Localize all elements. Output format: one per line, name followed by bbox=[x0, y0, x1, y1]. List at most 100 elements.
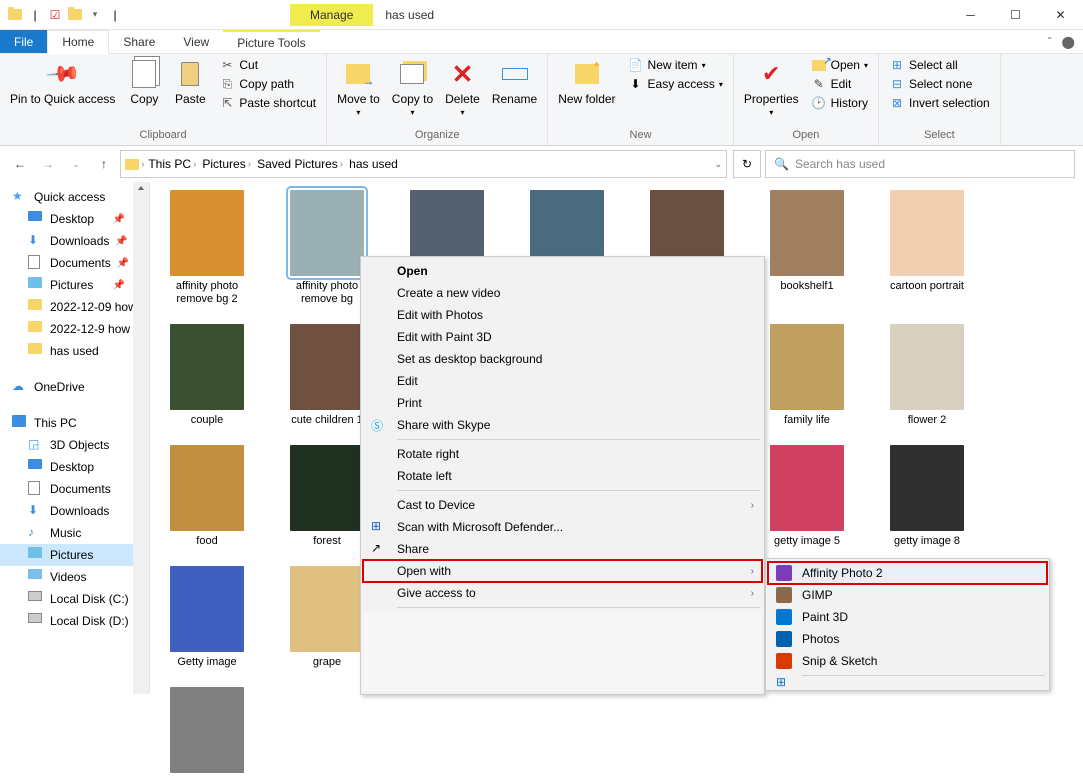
maximize-button[interactable]: ☐ bbox=[993, 0, 1038, 30]
nav-videos[interactable]: Videos bbox=[0, 566, 149, 588]
search-box[interactable]: 🔍 Search has used bbox=[765, 150, 1075, 178]
ctx-rotate-left[interactable]: Rotate left bbox=[363, 465, 762, 487]
nav-music[interactable]: ♪Music bbox=[0, 522, 149, 544]
ctx-share-skype[interactable]: ⓈShare with Skype bbox=[363, 414, 762, 436]
nav-desktop[interactable]: Desktop📌 bbox=[0, 208, 149, 230]
folder-icon[interactable] bbox=[66, 6, 84, 24]
ctx-open-with[interactable]: Open with› bbox=[363, 560, 762, 582]
tab-file[interactable]: File bbox=[0, 30, 47, 53]
back-button[interactable]: ← bbox=[8, 152, 32, 176]
nav-disk-d[interactable]: Local Disk (D:) bbox=[0, 610, 149, 632]
nav-folder[interactable]: 2022-12-09 how bbox=[0, 296, 149, 318]
easy-access-button[interactable]: ⬇Easy access ▾ bbox=[624, 75, 727, 93]
file-thumbnail[interactable]: Getty image bbox=[162, 566, 252, 669]
breadcrumb-seg[interactable]: This PC› bbox=[146, 157, 198, 171]
open-button[interactable]: Open ▾ bbox=[807, 56, 872, 74]
ribbon-collapse-icon[interactable]: ˆ ⬤ bbox=[1048, 30, 1083, 53]
ctx-share[interactable]: ↗Share bbox=[363, 538, 762, 560]
paste-shortcut-button[interactable]: ⇱Paste shortcut bbox=[215, 94, 320, 112]
file-thumbnail[interactable]: affinity photo remove bg 2 bbox=[162, 190, 252, 306]
tab-home[interactable]: Home bbox=[47, 30, 109, 54]
openwith-paint3d[interactable]: Paint 3D bbox=[768, 606, 1047, 628]
manage-contextual-tab[interactable]: Manage bbox=[290, 4, 373, 26]
nav-downloads[interactable]: ⬇Downloads📌 bbox=[0, 230, 149, 252]
address-bar[interactable]: › This PC› Pictures› Saved Pictures› has… bbox=[120, 150, 727, 178]
ctx-edit-paint3d[interactable]: Edit with Paint 3D bbox=[363, 326, 762, 348]
nav-scrollbar[interactable] bbox=[133, 182, 149, 694]
select-none-button[interactable]: ⊟Select none bbox=[885, 75, 994, 93]
nav-folder[interactable]: has used bbox=[0, 340, 149, 362]
qat-dropdown-icon[interactable]: ▾ bbox=[86, 6, 104, 24]
minimize-button[interactable]: ─ bbox=[948, 0, 993, 30]
tab-picture-tools[interactable]: Picture Tools bbox=[223, 30, 319, 53]
copy-to-button[interactable]: Copy to▾ bbox=[388, 56, 437, 119]
nav-disk-c[interactable]: Local Disk (C:) bbox=[0, 588, 149, 610]
nav-documents[interactable]: Documents📌 bbox=[0, 252, 149, 274]
nav-documents[interactable]: Documents bbox=[0, 478, 149, 500]
nav-this-pc[interactable]: This PC bbox=[0, 412, 149, 434]
file-thumbnail[interactable]: bookshelf1 bbox=[762, 190, 852, 306]
up-button[interactable]: ↑ bbox=[92, 152, 116, 176]
ctx-edit[interactable]: Edit bbox=[363, 370, 762, 392]
ctx-edit-photos[interactable]: Edit with Photos bbox=[363, 304, 762, 326]
ctx-set-background[interactable]: Set as desktop background bbox=[363, 348, 762, 370]
history-button[interactable]: 🕑History bbox=[807, 94, 872, 112]
nav-quick-access[interactable]: ★Quick access bbox=[0, 186, 149, 208]
nav-onedrive[interactable]: ☁OneDrive bbox=[0, 376, 149, 398]
openwith-affinity[interactable]: Affinity Photo 2 bbox=[768, 562, 1047, 584]
breadcrumb-seg[interactable]: has used bbox=[347, 157, 400, 171]
nav-pictures[interactable]: Pictures📌 bbox=[0, 274, 149, 296]
ctx-give-access[interactable]: Give access to› bbox=[363, 582, 762, 604]
new-folder-button[interactable]: New folder bbox=[554, 56, 619, 108]
copy-path-button[interactable]: ⎘Copy path bbox=[215, 75, 320, 93]
nav-3d-objects[interactable]: ◲3D Objects bbox=[0, 434, 149, 456]
file-thumbnail[interactable]: affinity photo remove bg bbox=[282, 190, 372, 306]
nav-downloads[interactable]: ⬇Downloads bbox=[0, 500, 149, 522]
select-all-button[interactable]: ⊞Select all bbox=[885, 56, 994, 74]
forward-button[interactable]: → bbox=[36, 152, 60, 176]
file-thumbnail[interactable]: cartoon portrait bbox=[882, 190, 972, 306]
ctx-defender[interactable]: ⊞Scan with Microsoft Defender... bbox=[363, 516, 762, 538]
refresh-button[interactable]: ↻ bbox=[733, 150, 761, 178]
file-thumbnail[interactable] bbox=[162, 687, 252, 777]
cut-button[interactable]: ✂Cut bbox=[215, 56, 320, 74]
file-thumbnail[interactable]: cute children 1 bbox=[282, 324, 372, 427]
file-thumbnail[interactable]: grape bbox=[282, 566, 372, 669]
delete-button[interactable]: ✕Delete▾ bbox=[441, 56, 484, 119]
pin-quick-access-button[interactable]: 📌Pin to Quick access bbox=[6, 56, 119, 108]
openwith-snip[interactable]: Snip & Sketch bbox=[768, 650, 1047, 672]
file-thumbnail[interactable]: getty image 8 bbox=[882, 445, 972, 548]
new-item-button[interactable]: 📄New item ▾ bbox=[624, 56, 727, 74]
close-button[interactable]: ✕ bbox=[1038, 0, 1083, 30]
copy-button[interactable]: Copy bbox=[123, 56, 165, 108]
openwith-more[interactable]: ⊞ bbox=[768, 679, 1047, 687]
file-thumbnail[interactable]: getty image 5 bbox=[762, 445, 852, 548]
breadcrumb-seg[interactable]: Saved Pictures› bbox=[255, 157, 345, 171]
nav-pictures[interactable]: Pictures bbox=[0, 544, 149, 566]
nav-folder[interactable]: 2022-12-9 how t bbox=[0, 318, 149, 340]
ctx-rotate-right[interactable]: Rotate right bbox=[363, 443, 762, 465]
file-thumbnail[interactable]: couple bbox=[162, 324, 252, 427]
tab-share[interactable]: Share bbox=[109, 30, 169, 53]
ctx-print[interactable]: Print bbox=[363, 392, 762, 414]
edit-button[interactable]: ✎Edit bbox=[807, 75, 872, 93]
properties-button[interactable]: ✔Properties▾ bbox=[740, 56, 803, 119]
nav-desktop[interactable]: Desktop bbox=[0, 456, 149, 478]
openwith-gimp[interactable]: GIMP bbox=[768, 584, 1047, 606]
recent-dropdown[interactable]: ⌄ bbox=[64, 152, 88, 176]
invert-selection-button[interactable]: ⊠Invert selection bbox=[885, 94, 994, 112]
properties-icon[interactable]: ☑ bbox=[46, 6, 64, 24]
ctx-create-video[interactable]: Create a new video bbox=[363, 282, 762, 304]
tab-view[interactable]: View bbox=[169, 30, 223, 53]
openwith-photos[interactable]: Photos bbox=[768, 628, 1047, 650]
address-dropdown-icon[interactable]: ⌄ bbox=[714, 159, 722, 170]
file-thumbnail[interactable]: forest bbox=[282, 445, 372, 548]
paste-button[interactable]: Paste bbox=[169, 56, 211, 108]
file-thumbnail[interactable]: food bbox=[162, 445, 252, 548]
breadcrumb-seg[interactable]: Pictures› bbox=[200, 157, 253, 171]
move-to-button[interactable]: Move to▾ bbox=[333, 56, 384, 119]
file-thumbnail[interactable]: family life bbox=[762, 324, 852, 427]
rename-button[interactable]: Rename bbox=[488, 56, 541, 108]
file-thumbnail[interactable]: flower 2 bbox=[882, 324, 972, 427]
ctx-cast[interactable]: Cast to Device› bbox=[363, 494, 762, 516]
